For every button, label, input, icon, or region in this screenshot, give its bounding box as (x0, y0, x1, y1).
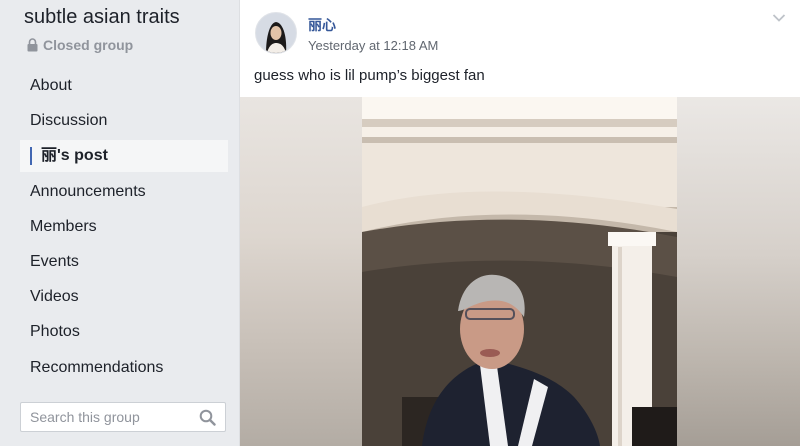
group-type-text: Closed group (43, 37, 134, 53)
sidebar-item-photos[interactable]: Photos (20, 316, 228, 348)
chevron-down-icon[interactable] (772, 13, 786, 23)
group-nav: About Discussion 丽's post Announcements … (20, 70, 228, 387)
sidebar-item-members[interactable]: Members (20, 211, 228, 243)
search-icon[interactable] (199, 409, 216, 426)
post-timestamp[interactable]: Yesterday at 12:18 AM (308, 38, 438, 53)
post-video[interactable] (240, 97, 800, 446)
group-sidebar: subtle asian traits Closed group About D… (0, 0, 238, 446)
post-author[interactable]: 丽心 (308, 15, 336, 35)
sidebar-item-recommendations[interactable]: Recommendations (20, 352, 228, 384)
video-blur-left (240, 97, 362, 446)
avatar[interactable] (255, 12, 297, 54)
sidebar-item-announcements[interactable]: Announcements (20, 176, 228, 208)
sidebar-item-about[interactable]: About (20, 70, 228, 102)
post-text: guess who is lil pump’s biggest fan (254, 67, 485, 84)
video-frame-image (362, 97, 677, 446)
post-card: 丽心 Yesterday at 12:18 AM guess who is li… (239, 0, 800, 446)
sidebar-item-discussion[interactable]: Discussion (20, 105, 228, 137)
lock-icon (27, 38, 38, 52)
sidebar-item-events[interactable]: Events (20, 246, 228, 278)
group-title[interactable]: subtle asian traits (24, 6, 180, 29)
sidebar-item-post[interactable]: 丽's post (20, 140, 228, 173)
group-search (20, 402, 226, 432)
avatar-image (256, 13, 296, 53)
video-blur-right (677, 97, 800, 446)
group-privacy-label: Closed group (27, 37, 133, 53)
sidebar-item-videos[interactable]: Videos (20, 281, 228, 313)
search-input[interactable] (30, 409, 190, 425)
